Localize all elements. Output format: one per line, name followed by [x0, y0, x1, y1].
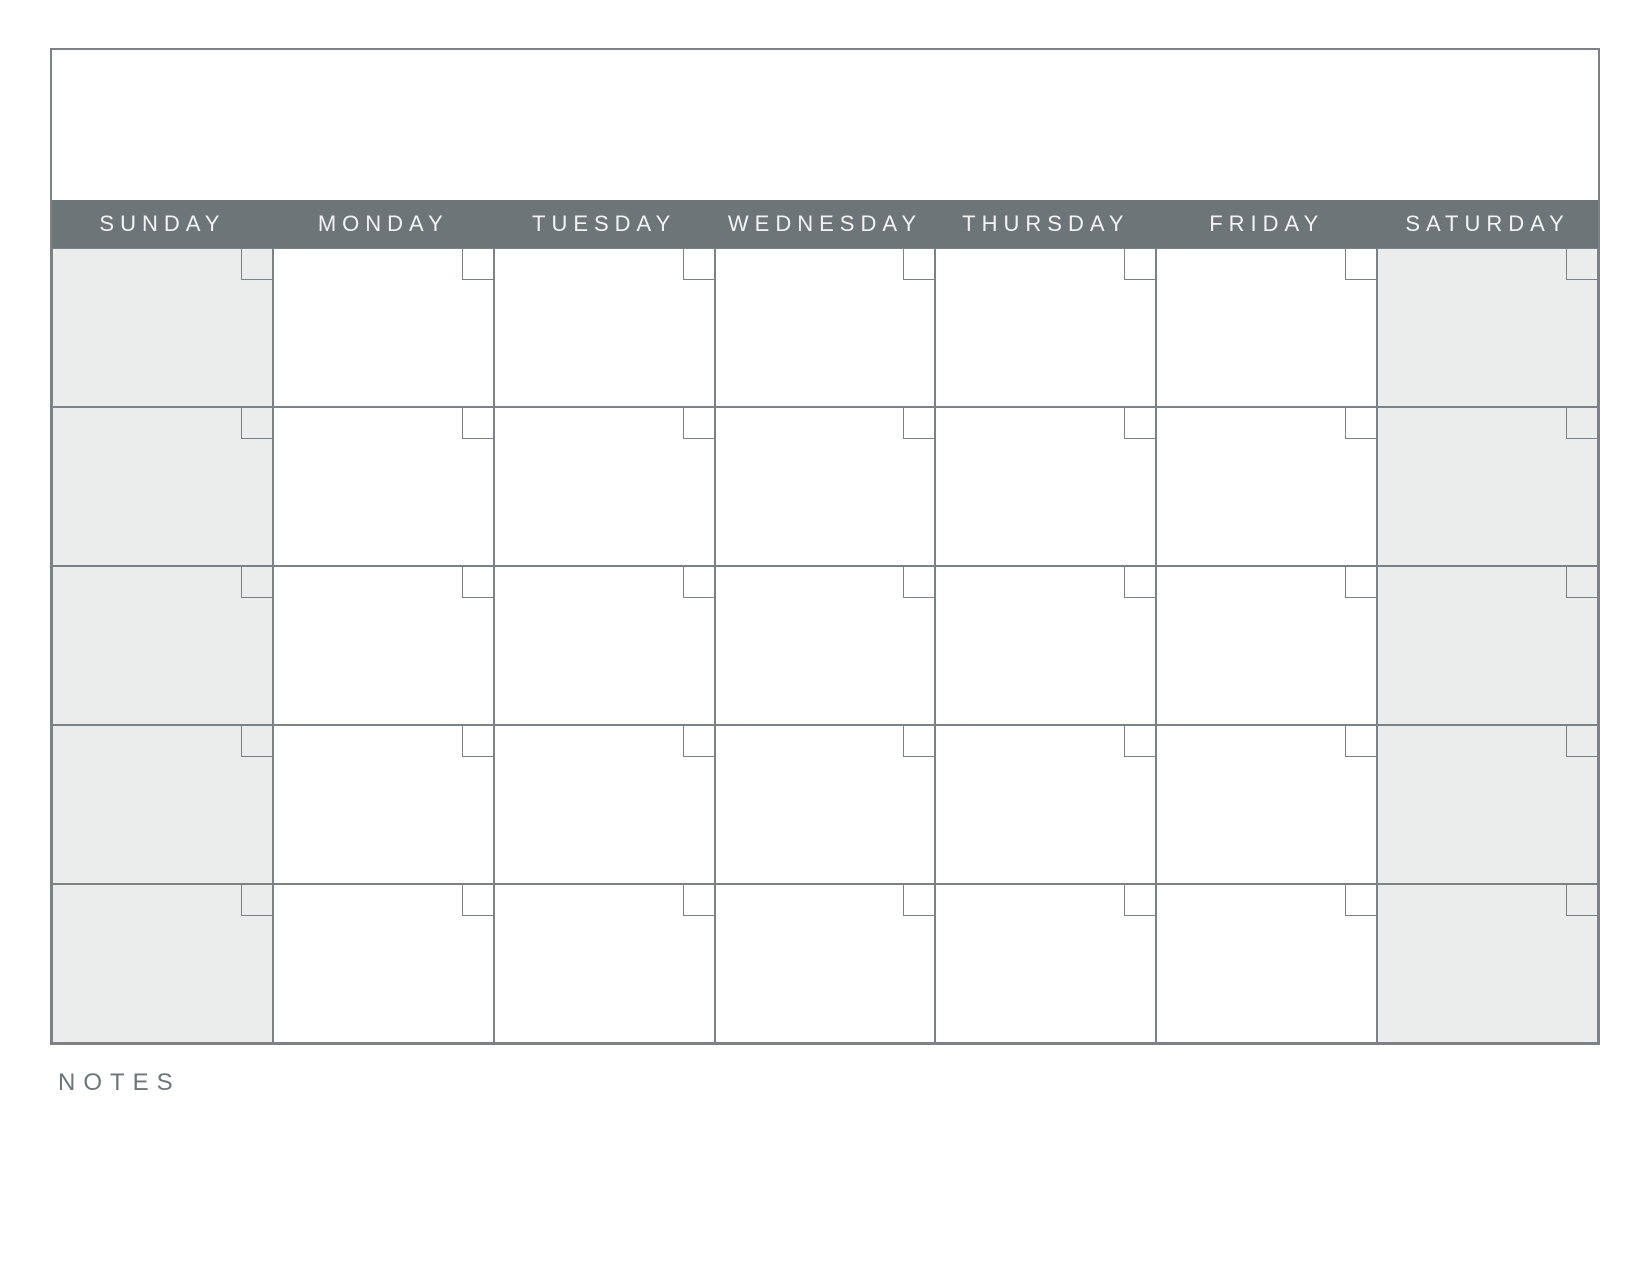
- day-cell[interactable]: [1156, 725, 1377, 884]
- date-number-box[interactable]: [683, 407, 715, 439]
- date-number-box[interactable]: [1345, 725, 1377, 757]
- day-cell[interactable]: [1156, 884, 1377, 1043]
- date-number-box[interactable]: [903, 248, 935, 280]
- date-number-box[interactable]: [241, 725, 273, 757]
- date-number-box[interactable]: [1124, 407, 1156, 439]
- day-cell[interactable]: [715, 248, 936, 407]
- day-cell[interactable]: [1377, 884, 1598, 1043]
- day-cell[interactable]: [715, 725, 936, 884]
- week-row: [52, 884, 1598, 1043]
- day-cell[interactable]: [273, 566, 494, 725]
- week-row: [52, 248, 1598, 407]
- day-cell[interactable]: [494, 884, 715, 1043]
- day-cell[interactable]: [1377, 248, 1598, 407]
- date-number-box[interactable]: [241, 566, 273, 598]
- weekday-header-saturday: SATURDAY: [1377, 211, 1598, 237]
- day-cell[interactable]: [1377, 566, 1598, 725]
- day-cell[interactable]: [1156, 566, 1377, 725]
- date-number-box[interactable]: [241, 407, 273, 439]
- date-number-box[interactable]: [1566, 566, 1598, 598]
- day-cell[interactable]: [1156, 248, 1377, 407]
- date-number-box[interactable]: [462, 884, 494, 916]
- day-cell[interactable]: [52, 248, 273, 407]
- day-cell[interactable]: [715, 566, 936, 725]
- date-number-box[interactable]: [1566, 407, 1598, 439]
- date-number-box[interactable]: [683, 566, 715, 598]
- date-number-box[interactable]: [1124, 248, 1156, 280]
- date-number-box[interactable]: [462, 407, 494, 439]
- date-number-box[interactable]: [1345, 566, 1377, 598]
- calendar: SUNDAY MONDAY TUESDAY WEDNESDAY THURSDAY…: [50, 48, 1600, 1045]
- day-cell[interactable]: [1377, 407, 1598, 566]
- date-number-box[interactable]: [462, 725, 494, 757]
- week-row: [52, 566, 1598, 725]
- date-number-box[interactable]: [462, 566, 494, 598]
- date-number-box[interactable]: [903, 407, 935, 439]
- date-number-box[interactable]: [683, 248, 715, 280]
- day-cell[interactable]: [715, 407, 936, 566]
- date-number-box[interactable]: [903, 566, 935, 598]
- day-cell[interactable]: [935, 407, 1156, 566]
- page: SUNDAY MONDAY TUESDAY WEDNESDAY THURSDAY…: [0, 0, 1650, 1276]
- weekday-header-friday: FRIDAY: [1156, 211, 1377, 237]
- weekday-header-monday: MONDAY: [273, 211, 494, 237]
- day-cell[interactable]: [273, 725, 494, 884]
- date-number-box[interactable]: [903, 884, 935, 916]
- day-cell[interactable]: [935, 884, 1156, 1043]
- day-cell[interactable]: [715, 884, 936, 1043]
- notes-label: NOTES: [58, 1069, 1600, 1097]
- date-number-box[interactable]: [683, 884, 715, 916]
- day-cell[interactable]: [494, 725, 715, 884]
- date-number-box[interactable]: [1566, 725, 1598, 757]
- day-cell[interactable]: [273, 884, 494, 1043]
- date-number-box[interactable]: [683, 725, 715, 757]
- weekday-header-tuesday: TUESDAY: [494, 211, 715, 237]
- date-number-box[interactable]: [1124, 884, 1156, 916]
- date-number-box[interactable]: [903, 725, 935, 757]
- date-number-box[interactable]: [1345, 248, 1377, 280]
- day-cell[interactable]: [935, 248, 1156, 407]
- calendar-grid: [52, 248, 1598, 1043]
- day-cell[interactable]: [52, 407, 273, 566]
- month-title-area[interactable]: [52, 50, 1598, 200]
- day-cell[interactable]: [1156, 407, 1377, 566]
- weekday-header-wednesday: WEDNESDAY: [715, 211, 936, 237]
- day-cell[interactable]: [494, 407, 715, 566]
- day-cell[interactable]: [935, 566, 1156, 725]
- day-cell[interactable]: [494, 248, 715, 407]
- day-cell[interactable]: [52, 884, 273, 1043]
- date-number-box[interactable]: [1345, 407, 1377, 439]
- day-cell[interactable]: [52, 725, 273, 884]
- date-number-box[interactable]: [241, 884, 273, 916]
- week-row: [52, 407, 1598, 566]
- date-number-box[interactable]: [1124, 566, 1156, 598]
- date-number-box[interactable]: [1345, 884, 1377, 916]
- day-cell[interactable]: [494, 566, 715, 725]
- week-row: [52, 725, 1598, 884]
- date-number-box[interactable]: [241, 248, 273, 280]
- day-cell[interactable]: [1377, 725, 1598, 884]
- date-number-box[interactable]: [1566, 884, 1598, 916]
- day-cell[interactable]: [935, 725, 1156, 884]
- day-cell[interactable]: [273, 407, 494, 566]
- date-number-box[interactable]: [462, 248, 494, 280]
- date-number-box[interactable]: [1566, 248, 1598, 280]
- day-cell[interactable]: [273, 248, 494, 407]
- weekday-header-row: SUNDAY MONDAY TUESDAY WEDNESDAY THURSDAY…: [52, 200, 1598, 248]
- day-cell[interactable]: [52, 566, 273, 725]
- weekday-header-sunday: SUNDAY: [52, 211, 273, 237]
- weekday-header-thursday: THURSDAY: [935, 211, 1156, 237]
- date-number-box[interactable]: [1124, 725, 1156, 757]
